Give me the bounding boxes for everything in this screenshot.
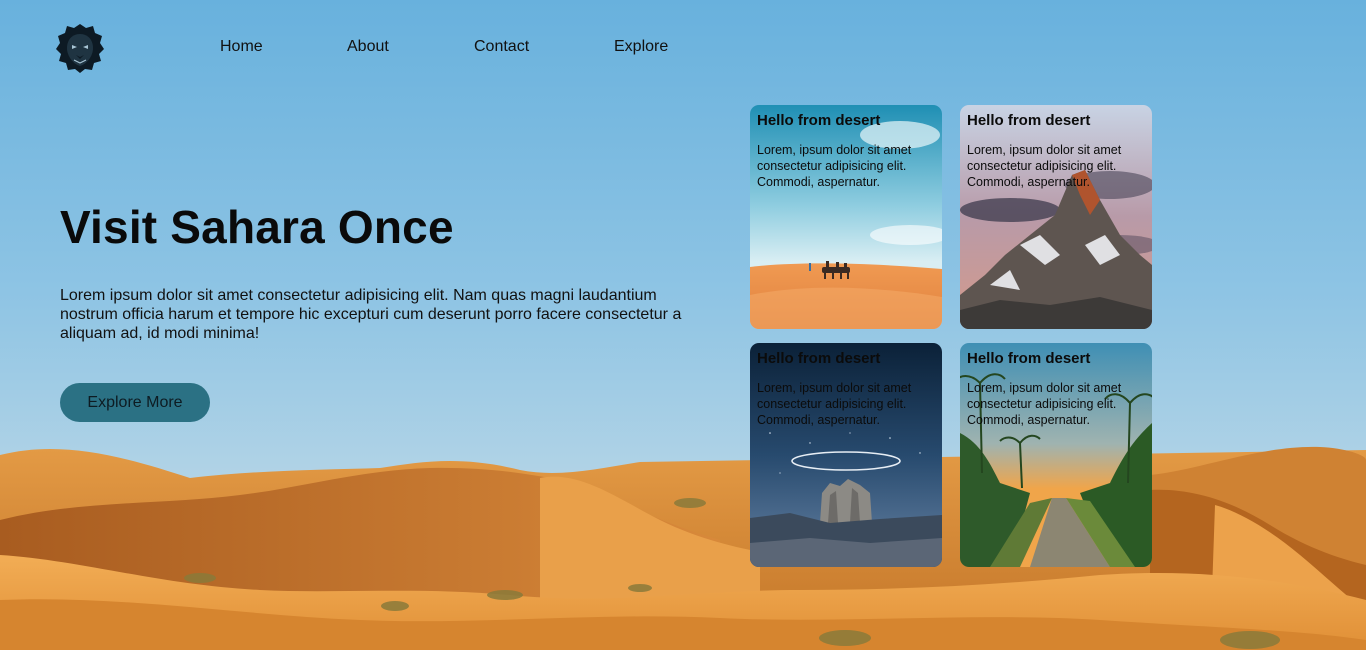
hero-description: Lorem ipsum dolor sit amet consectetur a… [60,287,682,342]
card-title: Hello from desert [967,350,1091,367]
lion-head-logo-icon[interactable] [55,22,105,74]
card-mountain-peak[interactable]: Hello from desert Lorem, ipsum dolor sit… [960,105,1152,329]
card-text: Lorem, ipsum dolor sit amet consectetur … [757,381,912,427]
card-desert-caravan[interactable]: Hello from desert Lorem, ipsum dolor sit… [750,105,942,329]
mountain-peak-image [960,105,1152,329]
card-text: Lorem, ipsum dolor sit amet consectetur … [967,381,1122,427]
palm-road-sunset-image [960,343,1152,567]
card-title: Hello from desert [757,350,881,367]
nav-link-about[interactable]: About [347,38,389,56]
nav-link-contact[interactable]: Contact [474,38,529,56]
desert-caravan-image [750,105,942,329]
nav-link-explore[interactable]: Explore [614,38,668,56]
card-palm-road[interactable]: Hello from desert Lorem, ipsum dolor sit… [960,343,1152,567]
card-night-rock[interactable]: Hello from desert Lorem, ipsum dolor sit… [750,343,942,567]
hero-title: Visit Sahara Once [60,201,454,253]
night-rock-halo-image [750,343,942,567]
card-text: Lorem, ipsum dolor sit amet consectetur … [967,143,1122,189]
nav-link-home[interactable]: Home [220,38,263,56]
card-title: Hello from desert [757,112,881,129]
card-text: Lorem, ipsum dolor sit amet consectetur … [757,143,912,189]
explore-more-button[interactable]: Explore More [60,383,210,422]
card-title: Hello from desert [967,112,1091,129]
